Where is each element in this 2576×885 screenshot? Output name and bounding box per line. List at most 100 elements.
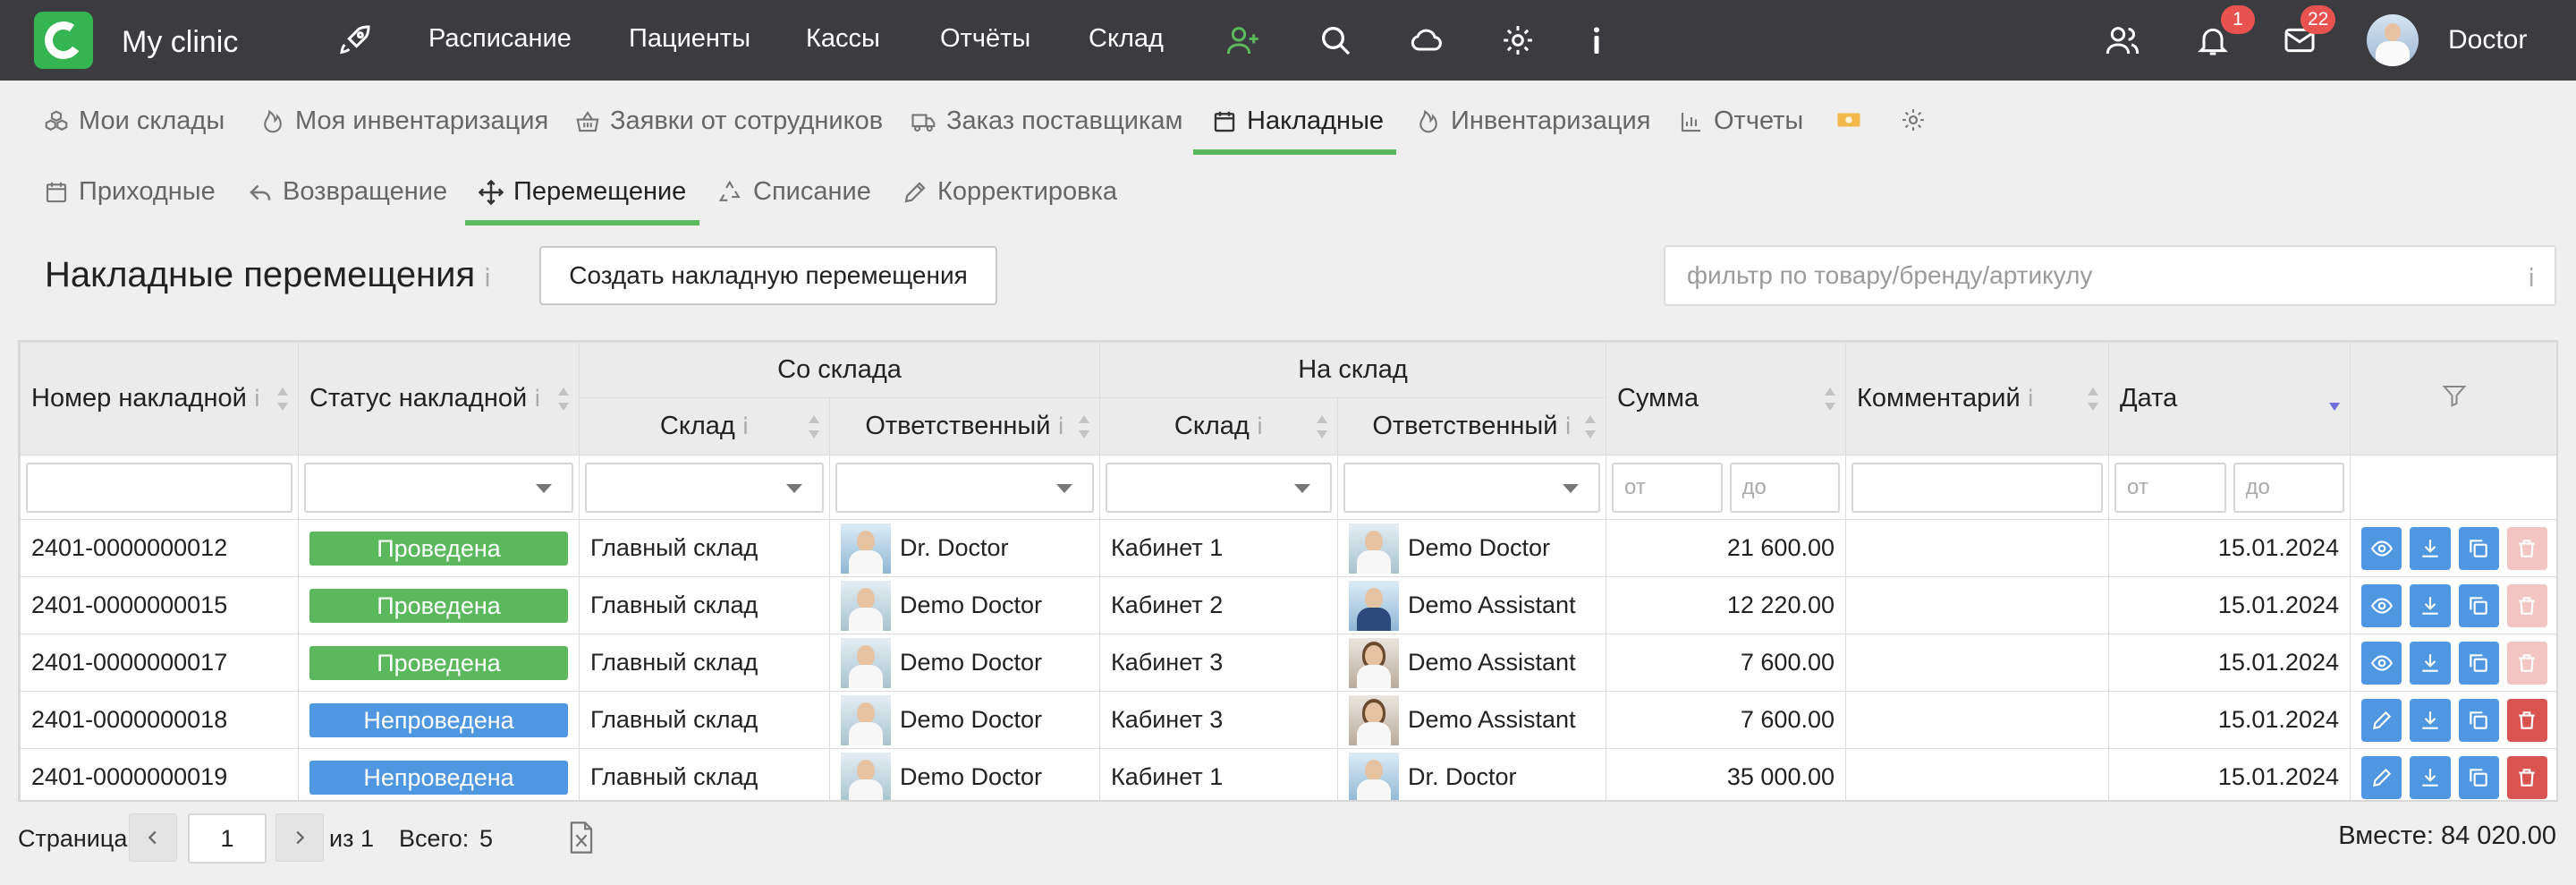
sort-icon[interactable] — [1316, 414, 1328, 438]
copy-button[interactable] — [2458, 698, 2499, 742]
sort-icon[interactable] — [276, 387, 289, 411]
table-row[interactable]: 2401-0000000012 Проведена Главный склад … — [20, 519, 2556, 577]
subtab-return[interactable]: Возвращение — [247, 177, 447, 207]
to-responsible-filter-select[interactable] — [1343, 462, 1600, 513]
money-icon[interactable] — [1835, 106, 1862, 133]
users-icon[interactable] — [2102, 20, 2143, 61]
create-transfer-invoice-button[interactable]: Создать накладную перемещения — [539, 246, 997, 305]
date-from-input[interactable] — [2114, 462, 2226, 513]
table-row[interactable]: 2401-0000000017 Проведена Главный склад … — [20, 634, 2556, 692]
rocket-icon[interactable] — [335, 20, 376, 61]
comment-filter-input[interactable] — [1852, 462, 2103, 513]
download-button[interactable] — [2410, 755, 2451, 799]
cloud-icon[interactable] — [1406, 20, 1447, 61]
nav-warehouse[interactable]: Склад — [1089, 24, 1164, 54]
col-comment-header[interactable]: Комментарий i — [1845, 342, 2109, 455]
col-from-responsible-header[interactable]: Ответственный i — [829, 397, 1100, 455]
delete-button[interactable] — [2506, 755, 2547, 799]
sort-icon[interactable] — [2087, 387, 2099, 411]
sort-icon[interactable] — [808, 414, 820, 438]
sort-desc-icon[interactable] — [2328, 387, 2341, 411]
tab-my-inventory[interactable]: Моя инвентаризация — [259, 106, 548, 136]
from-warehouse-filter-select[interactable] — [585, 462, 824, 513]
edit-button[interactable] — [2361, 755, 2402, 799]
app-name[interactable]: My clinic — [122, 25, 238, 60]
nav-patients[interactable]: Пациенты — [629, 24, 750, 54]
copy-button[interactable] — [2458, 755, 2499, 799]
filter-info-icon[interactable]: i — [2528, 263, 2535, 293]
gear-icon[interactable] — [1497, 20, 1538, 61]
info-icon[interactable] — [1576, 20, 1617, 61]
tab-invoices[interactable]: Накладные — [1211, 106, 1384, 136]
status-filter-select[interactable] — [304, 462, 573, 513]
view-button[interactable] — [2361, 583, 2402, 627]
copy-button[interactable] — [2458, 583, 2499, 627]
col-to-responsible-header[interactable]: Ответственный i — [1337, 397, 1606, 455]
sort-icon[interactable] — [1824, 387, 1836, 411]
date-to-input[interactable] — [2233, 462, 2344, 513]
sum-to-input[interactable] — [1729, 462, 1840, 513]
mail-icon[interactable]: 22 — [2279, 5, 2336, 61]
col-sum-header[interactable]: Сумма — [1606, 342, 1846, 455]
view-button[interactable] — [2361, 526, 2402, 570]
prev-page-button[interactable] — [129, 813, 177, 862]
table-row[interactable]: 2401-0000000018 Непроведена Главный скла… — [20, 691, 2556, 749]
info-icon: i — [1256, 413, 1264, 440]
title-info-icon[interactable]: i — [484, 263, 491, 293]
sort-icon[interactable] — [1584, 414, 1597, 438]
nav-cash[interactable]: Кассы — [806, 24, 880, 54]
page-number-input[interactable] — [188, 813, 267, 864]
delete-button[interactable] — [2506, 698, 2547, 742]
user-avatar[interactable] — [2367, 14, 2419, 66]
subtab-transfer[interactable]: Перемещение — [478, 177, 686, 207]
col-number-header[interactable]: Номер накладной i — [20, 342, 299, 455]
settings-gear-icon[interactable] — [1900, 106, 1927, 133]
download-button[interactable] — [2410, 698, 2451, 742]
copy-button[interactable] — [2458, 641, 2499, 685]
product-filter-input[interactable] — [1665, 247, 2555, 304]
invoice-comment — [1845, 691, 2109, 749]
col-from-warehouse-header[interactable]: Склад i — [579, 397, 830, 455]
col-date-header[interactable]: Дата — [2108, 342, 2351, 455]
subtab-write-off[interactable]: Списание — [717, 177, 871, 207]
app-logo[interactable] — [34, 12, 93, 69]
search-icon[interactable] — [1315, 20, 1356, 61]
sort-icon[interactable] — [1078, 414, 1090, 438]
tab-supplier-order[interactable]: Заказ поставщикам — [911, 106, 1182, 136]
tab-staff-requests[interactable]: Заявки от сотрудников — [574, 106, 883, 136]
download-button[interactable] — [2410, 641, 2451, 685]
edit-button[interactable] — [2361, 698, 2402, 742]
sort-icon[interactable] — [557, 387, 570, 411]
from-responsible-filter-select[interactable] — [835, 462, 1094, 513]
download-button[interactable] — [2410, 526, 2451, 570]
number-filter-input[interactable] — [26, 462, 292, 513]
delete-button[interactable] — [2506, 583, 2547, 627]
user-name[interactable]: Doctor — [2448, 25, 2527, 55]
delete-button[interactable] — [2506, 641, 2547, 685]
status-badge: Проведена — [309, 588, 568, 623]
col-status-header[interactable]: Статус накладной i — [298, 342, 580, 455]
nav-schedule[interactable]: Расписание — [428, 24, 572, 54]
delete-button[interactable] — [2506, 526, 2547, 570]
subtab-incoming[interactable]: Приходные — [43, 177, 216, 207]
download-button[interactable] — [2410, 583, 2451, 627]
sum-from-input[interactable] — [1612, 462, 1723, 513]
nav-reports[interactable]: Отчёты — [940, 24, 1030, 54]
tab-my-warehouses[interactable]: Мои склады — [43, 106, 225, 136]
table-row[interactable]: 2401-0000000015 Проведена Главный склад … — [20, 576, 2556, 634]
next-page-button[interactable] — [275, 813, 324, 862]
to-warehouse: Кабинет 1 — [1099, 519, 1338, 577]
add-user-icon[interactable] — [1223, 20, 1264, 61]
table-row[interactable]: 2401-0000000019 Непроведена Главный скла… — [20, 748, 2556, 800]
funnel-icon[interactable] — [2441, 382, 2468, 409]
excel-export-icon[interactable] — [569, 821, 594, 854]
to-warehouse-filter-select[interactable] — [1106, 462, 1332, 513]
view-button[interactable] — [2361, 641, 2402, 685]
tab-inventory[interactable]: Инвентаризация — [1415, 106, 1650, 136]
subtab-correction[interactable]: Корректировка — [902, 177, 1117, 207]
bell-icon[interactable]: 1 — [2192, 5, 2255, 61]
col-filter-header[interactable] — [2350, 342, 2556, 455]
col-to-warehouse-header[interactable]: Склад i — [1099, 397, 1338, 455]
copy-button[interactable] — [2458, 526, 2499, 570]
tab-reports[interactable]: Отчеты — [1678, 106, 1803, 136]
